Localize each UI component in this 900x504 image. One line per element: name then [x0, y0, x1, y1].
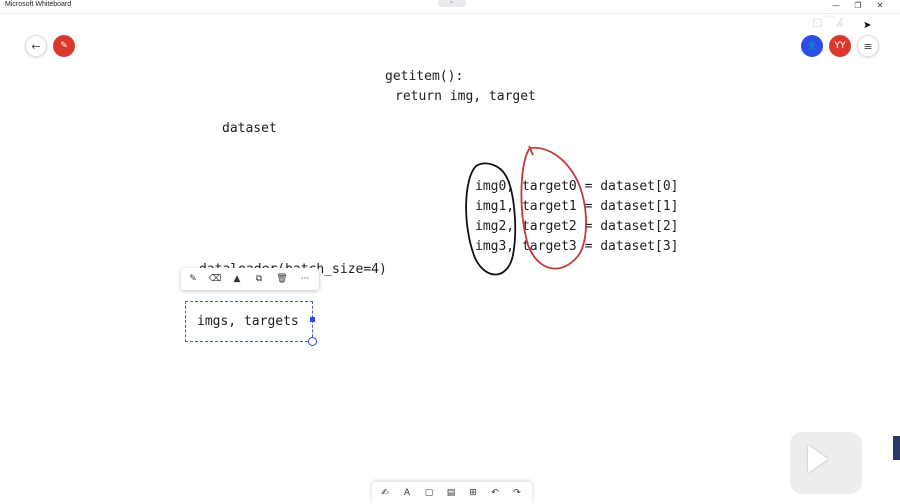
selection-toolbar: ✎ ⌫ ▲ ⧉ 🗑 ··· [181, 268, 319, 290]
image-icon[interactable]: ▤ [442, 485, 460, 501]
copy-icon[interactable]: ⧉ [251, 271, 267, 287]
text-icon[interactable]: A [398, 485, 416, 501]
resize-handle[interactable] [310, 317, 315, 322]
ink-strokes [465, 145, 587, 276]
selected-text-box[interactable]: imgs, targets [185, 301, 317, 346]
color-icon[interactable]: ▲ [229, 271, 245, 287]
note-icon[interactable]: ▢ [420, 485, 438, 501]
delete-icon[interactable]: 🗑 [274, 271, 290, 287]
pen-edit-icon[interactable]: ✎ [185, 271, 201, 287]
rotate-handle[interactable] [308, 337, 317, 346]
video-play-watermark [790, 432, 862, 494]
more-options-icon[interactable]: ··· [297, 271, 313, 287]
bottom-toolbar: ✍ A ▢ ▤ ⊞ ↶ ↷ [372, 482, 532, 504]
side-panel-tab[interactable] [893, 436, 900, 460]
eraser-icon[interactable]: ⌫ [207, 271, 223, 287]
redo-icon[interactable]: ↷ [508, 485, 526, 501]
red-lasso-stroke [520, 145, 587, 270]
play-icon [808, 445, 828, 473]
black-lasso-stroke [465, 162, 517, 276]
undo-icon[interactable]: ↶ [486, 485, 504, 501]
selected-text[interactable]: imgs, targets [197, 314, 299, 329]
inking-icon[interactable]: ✍ [376, 485, 394, 501]
insert-icon[interactable]: ⊞ [464, 485, 482, 501]
